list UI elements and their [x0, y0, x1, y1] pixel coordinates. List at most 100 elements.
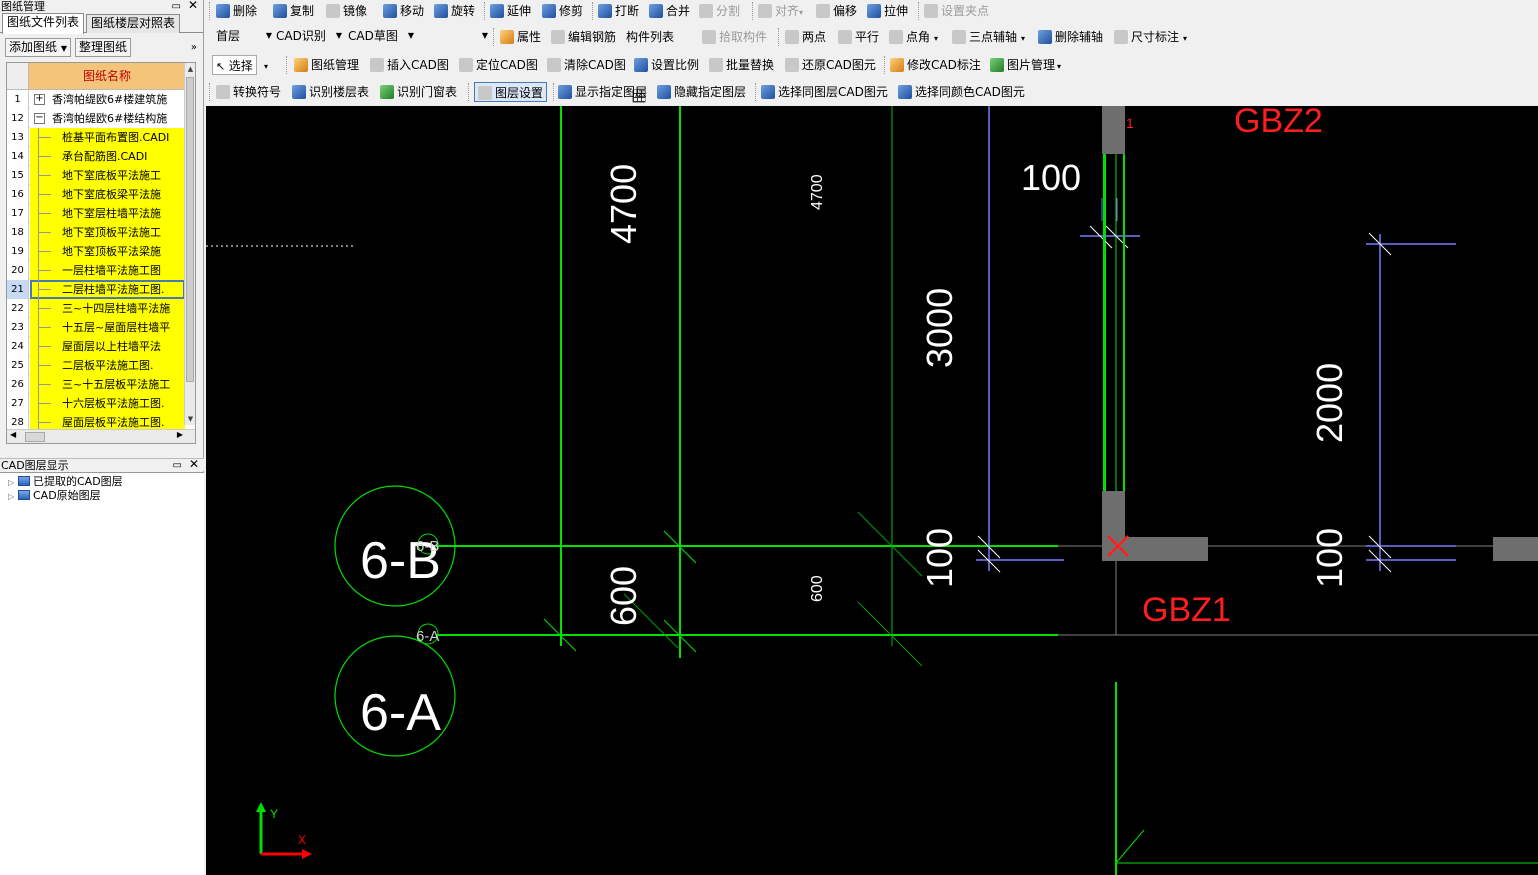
drawing-name-cell[interactable]: 三~十五层板平法施工 — [30, 375, 185, 394]
pin-icon[interactable]: ▭ — [172, 0, 181, 13]
extend-button[interactable]: 延伸 — [490, 1, 531, 21]
drawing-name-cell[interactable]: 十六层板平法施工图. — [30, 394, 185, 413]
layer-settings-button[interactable]: 图层设置 — [474, 82, 548, 102]
table-row[interactable]: 14 承台配筋图.CADI — [7, 147, 185, 166]
expand-icon[interactable]: + — [34, 94, 45, 105]
set-scale-button[interactable]: 设置比例 — [634, 55, 699, 75]
label-gbz2[interactable]: GBZ2 — [1234, 106, 1323, 140]
clear-cad-button[interactable]: 清除CAD图 — [547, 55, 626, 75]
modify-cad-dim-button[interactable]: 修改CAD标注 — [890, 55, 981, 75]
restore-cad-button[interactable]: 还原CAD图元 — [785, 55, 876, 75]
table-row[interactable]: 24 屋面层以上柱墙平法 — [7, 337, 185, 356]
show-layer-button[interactable]: 显示指定图层 — [558, 82, 647, 102]
table-row[interactable]: 17 地下室层柱墙平法施 — [7, 204, 185, 223]
drawing-name-cell[interactable]: 地下室顶板平法梁施 — [30, 242, 185, 261]
table-row[interactable]: 27 十六层板平法施工图. — [7, 394, 185, 413]
dimension-button[interactable]: 尺寸标注 ▾ — [1114, 27, 1187, 47]
table-row[interactable]: 21 二层柱墙平法施工图. — [7, 280, 185, 299]
scroll-down-icon[interactable]: ▼ — [185, 413, 195, 425]
drawing-name-cell[interactable]: 地下室底板梁平法施 — [30, 185, 185, 204]
recognize-door-window-button[interactable]: 识别门窗表 — [380, 82, 457, 102]
expand-icon[interactable]: ▷ — [8, 476, 18, 490]
component-list-button[interactable]: 构件列表 — [626, 27, 674, 103]
tab-drawing-list[interactable]: 图纸文件列表 — [2, 13, 85, 34]
organize-drawing-button[interactable]: 整理图纸 — [75, 38, 132, 57]
drawing-name-cell[interactable]: 地下室层柱墙平法施 — [30, 204, 185, 223]
layer-node-original[interactable]: ▷ CAD原始图层 — [8, 489, 101, 503]
delete-axis-button[interactable]: 删除辅轴 — [1038, 27, 1103, 47]
table-row[interactable]: 12− 香湾帕缇欧6#楼结构施 — [7, 109, 185, 128]
component-select[interactable]: ▼ — [418, 26, 490, 48]
recognize-floor-table-button[interactable]: 识别楼层表 — [292, 82, 369, 102]
pick-component-button[interactable]: 拾取构件 — [702, 27, 767, 47]
drawing-name-cell[interactable]: 屋面层以上柱墙平法 — [30, 337, 185, 356]
wall-segment[interactable] — [1102, 537, 1208, 561]
cad-drawing-canvas[interactable]: GBZ2 1 GBZ1 100 4700 4700 3000 2000 100 … — [206, 106, 1538, 875]
table-row[interactable]: 15 地下室底板平法施工 — [7, 166, 185, 185]
scroll-thumb[interactable] — [186, 77, 194, 382]
drawing-name-cell[interactable]: 承台配筋图.CADI — [30, 147, 185, 166]
table-row[interactable]: 26 三~十五层板平法施工 — [7, 375, 185, 394]
cad-svg[interactable]: GBZ2 1 GBZ1 100 4700 4700 3000 2000 100 … — [206, 106, 1538, 875]
table-row[interactable]: 13 桩基平面布置图.CADI — [7, 128, 185, 147]
hide-layer-button[interactable]: 隐藏指定图层 — [657, 82, 746, 102]
convert-symbol-button[interactable]: 转换符号 — [216, 82, 281, 102]
dropdown-arrow-icon[interactable]: ▼ — [61, 44, 67, 53]
floor-select[interactable]: 首层 ▼ — [214, 26, 274, 48]
properties-button[interactable]: 属性 — [500, 27, 541, 47]
scroll-right-icon[interactable]: ▶ — [177, 430, 183, 439]
copy-button[interactable]: 复制 — [273, 1, 314, 21]
column-header-name[interactable]: 图纸名称 — [29, 63, 185, 90]
select-dropdown[interactable]: ▾ — [264, 55, 268, 75]
cad-draft-select[interactable]: CAD草图 ▼ — [346, 26, 416, 48]
move-button[interactable]: 移动 — [383, 1, 424, 21]
table-row[interactable]: 25 二层板平法施工图. — [7, 356, 185, 375]
label-gbz1[interactable]: GBZ1 — [1142, 591, 1231, 629]
table-row[interactable]: 16 地下室底板梁平法施 — [7, 185, 185, 204]
table-row[interactable]: 22 三~十四层柱墙平法施 — [7, 299, 185, 318]
edit-rebar-button[interactable]: 编辑钢筋 — [551, 27, 616, 47]
scroll-up-icon[interactable]: ▲ — [185, 63, 195, 75]
layer-node-extracted[interactable]: ▷ 已提取的CAD图层 — [8, 475, 123, 489]
break-button[interactable]: 打断 — [598, 1, 639, 21]
delete-button[interactable]: 删除 — [216, 1, 257, 21]
cad-recognize-select[interactable]: CAD识别 ▼ — [274, 26, 344, 48]
locate-cad-button[interactable]: 定位CAD图 — [459, 55, 538, 75]
drawing-name-cell[interactable]: − 香湾帕缇欧6#楼结构施 — [30, 109, 185, 128]
pin-icon[interactable]: ▭ — [173, 459, 182, 472]
point-angle-button[interactable]: 点角 ▾ — [889, 27, 938, 47]
drawing-name-cell[interactable]: 三~十四层柱墙平法施 — [30, 299, 185, 318]
collapse-icon[interactable]: − — [34, 113, 45, 124]
close-icon[interactable]: ✕ — [189, 458, 199, 471]
rotate-button[interactable]: 旋转 — [434, 1, 475, 21]
table-row[interactable]: 19 地下室顶板平法梁施 — [7, 242, 185, 261]
select-same-color-button[interactable]: 选择同颜色CAD图元 — [898, 82, 1025, 102]
set-grip-button[interactable]: 设置夹点 — [924, 1, 989, 21]
align-button[interactable]: 对齐▾ — [758, 1, 803, 21]
tab-floor-mapping[interactable]: 图纸楼层对照表 — [86, 14, 181, 33]
expand-icon[interactable]: ▷ — [8, 490, 18, 504]
parallel-button[interactable]: 平行 — [838, 27, 879, 47]
drawing-name-cell[interactable]: 桩基平面布置图.CADI — [30, 128, 185, 147]
drawing-name-cell[interactable]: 十五层~屋面层柱墙平 — [30, 318, 185, 337]
split-button[interactable]: 分割 — [699, 1, 740, 21]
axis-label-6a[interactable]: 6-A — [360, 684, 441, 742]
three-point-axis-button[interactable]: 三点辅轴 ▾ — [952, 27, 1025, 47]
wall-segment[interactable] — [1102, 106, 1125, 154]
wall-segment[interactable] — [1493, 537, 1538, 561]
table-row[interactable]: 20 一层柱墙平法施工图 — [7, 261, 185, 280]
drawing-management-button[interactable]: 图纸管理 — [294, 55, 359, 75]
batch-replace-button[interactable]: 批量替换 — [709, 55, 774, 75]
table-row[interactable]: 1 + 香湾帕缇欧6#楼建筑施 — [7, 90, 185, 109]
table-row[interactable]: 23 十五层~屋面层柱墙平 — [7, 318, 185, 337]
drawing-name-cell[interactable]: 地下室底板平法施工 — [30, 166, 185, 185]
stretch-button[interactable]: 拉伸 — [867, 1, 908, 21]
image-management-button[interactable]: 图片管理 ▾ — [990, 55, 1061, 75]
select-same-layer-button[interactable]: 选择同图层CAD图元 — [761, 82, 888, 102]
insert-cad-button[interactable]: 插入CAD图 — [370, 55, 449, 75]
close-icon[interactable]: ✕ — [188, 0, 198, 12]
trim-button[interactable]: 修剪 — [542, 1, 583, 21]
scroll-left-icon[interactable]: ◀ — [10, 430, 16, 439]
merge-button[interactable]: 合并 — [649, 1, 690, 21]
horizontal-scrollbar[interactable]: ◀ ▶ — [7, 429, 195, 443]
